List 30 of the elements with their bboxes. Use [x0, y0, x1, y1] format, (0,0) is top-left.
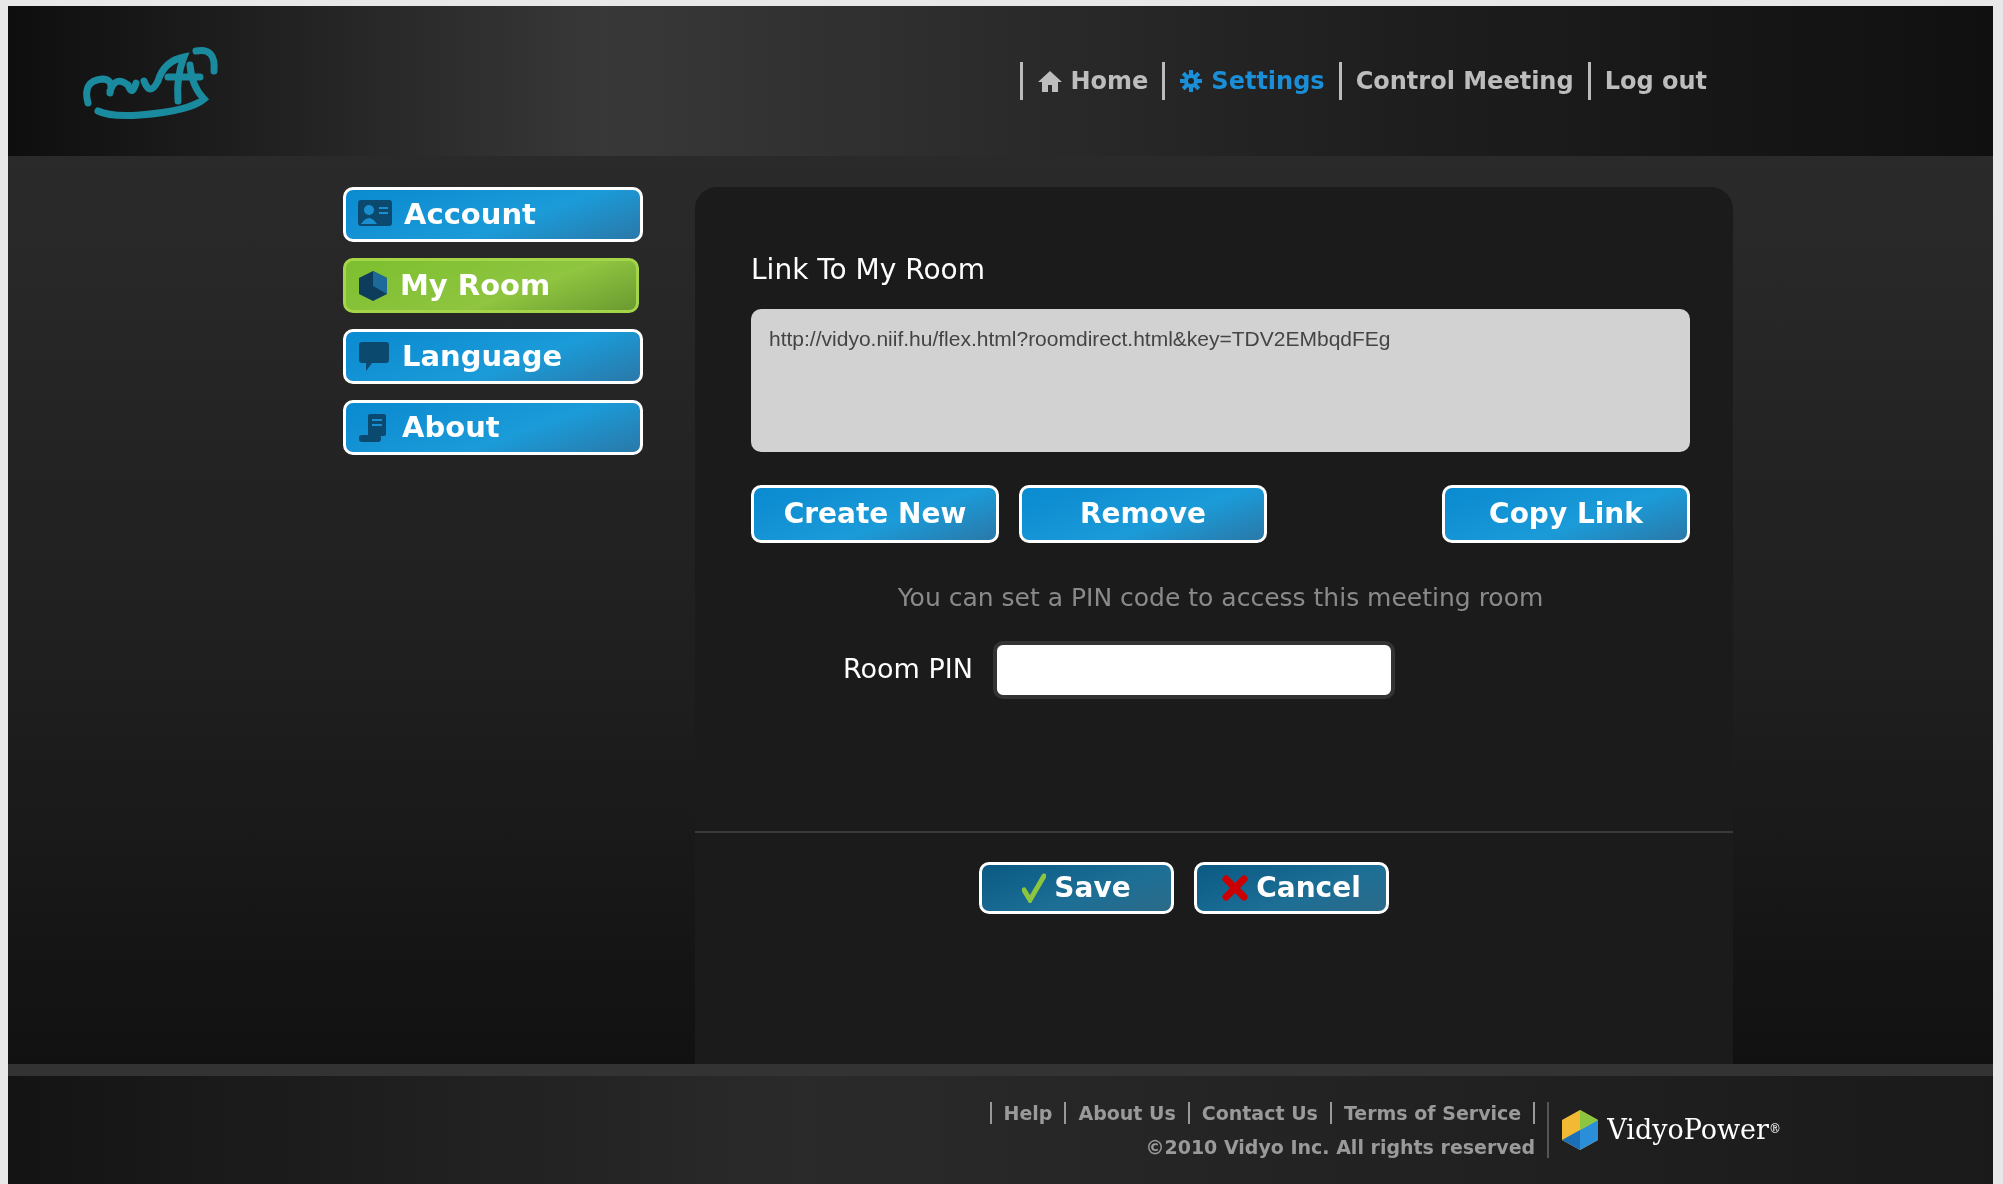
- save-button[interactable]: Save: [979, 862, 1174, 914]
- home-icon: [1036, 69, 1063, 93]
- cancel-button[interactable]: Cancel: [1194, 862, 1389, 914]
- action-button[interactable]: Create New: [751, 485, 999, 543]
- close-icon: [1222, 875, 1249, 901]
- section-title: Link To My Room: [751, 252, 985, 288]
- sidebar-item[interactable]: Account: [343, 187, 643, 242]
- link-field[interactable]: http://vidyo.niif.hu/flex.html?roomdirect.html&key=TDV2EMbqdFEg: [751, 309, 1690, 452]
- footer-link[interactable]: About Us: [1066, 1098, 1188, 1127]
- hint-text: You can set a PIN code to access this meeting room: [896, 582, 1545, 614]
- check-icon: [1022, 873, 1047, 903]
- copyright-text: ©2010 Vidyo Inc. All rights reserved: [1145, 1135, 1536, 1160]
- pin-field[interactable]: [992, 640, 1395, 699]
- nav-link[interactable]: Home: [1022, 63, 1163, 99]
- cube-icon: [358, 269, 388, 302]
- nav-link[interactable]: Control Meeting: [1341, 63, 1588, 99]
- sidebar-item[interactable]: About: [343, 400, 643, 455]
- sidebar-item[interactable]: Language: [343, 329, 643, 384]
- footer-link[interactable]: Contact Us: [1189, 1098, 1330, 1127]
- footer-link[interactable]: Terms of Service: [1331, 1098, 1534, 1127]
- settings-icon: [1179, 69, 1204, 93]
- brand-name: VidyoPower$^{®}$: [1607, 1112, 1781, 1147]
- action-button[interactable]: Copy Link: [1442, 485, 1690, 543]
- speech-bubble-icon: [358, 340, 390, 373]
- nav-link[interactable]: Log out: [1590, 63, 1721, 99]
- footer-link[interactable]: Help: [991, 1098, 1065, 1127]
- nav-link[interactable]: Settings: [1165, 63, 1339, 99]
- action-button[interactable]: Remove: [1019, 485, 1267, 543]
- cube-logo-icon: [1561, 1109, 1600, 1151]
- field-label: Room PIN: [843, 652, 973, 687]
